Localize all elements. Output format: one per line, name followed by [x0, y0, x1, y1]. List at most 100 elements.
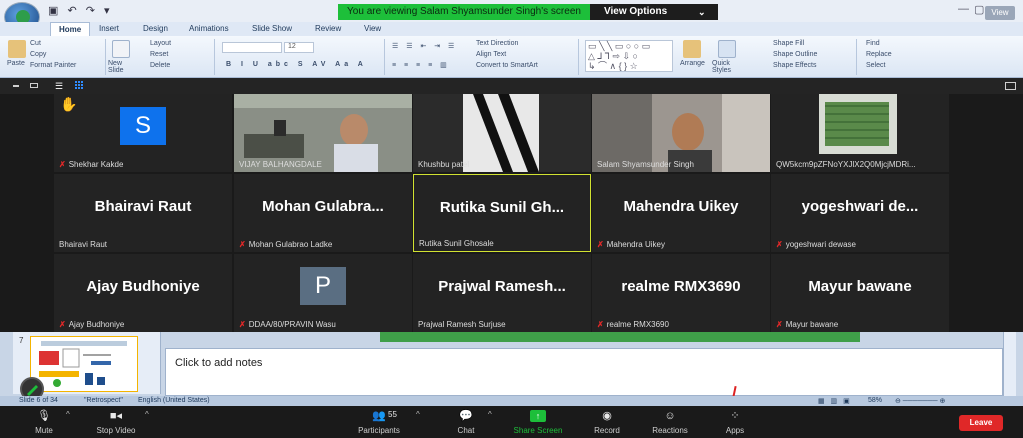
participant-name: Shekhar Kakde: [68, 160, 124, 169]
status-theme: "Retrospect": [84, 397, 123, 404]
arrange-icon[interactable]: [683, 40, 701, 58]
select-button[interactable]: Select: [866, 62, 885, 69]
cut-button[interactable]: Cut: [30, 40, 41, 47]
participant-tile[interactable]: QW5kcm9pZFNoYXJlX2Q0MjcjMDRi...: [771, 94, 949, 172]
fullscreen-icon[interactable]: [1005, 82, 1016, 90]
restore-video-icon[interactable]: [30, 83, 38, 88]
ribbon: Paste Cut Copy Format Painter New Slide …: [0, 36, 1023, 78]
new-slide-icon[interactable]: [112, 40, 130, 58]
shape-effects-button[interactable]: Shape Effects: [773, 62, 816, 69]
participant-name-label: ✗ Ajay Budhoniye: [59, 320, 124, 329]
stop-video-button[interactable]: ■◂ Stop Video: [88, 408, 144, 438]
tab-review[interactable]: Review: [315, 24, 341, 33]
reactions-button[interactable]: ☺ Reactions: [648, 408, 692, 438]
participant-name-label: Khushbu patel: [418, 160, 469, 169]
leave-button[interactable]: Leave: [959, 415, 1003, 431]
text-direction-button[interactable]: Text Direction: [476, 40, 518, 47]
gallery-view-icon[interactable]: [75, 81, 84, 90]
participant-tile[interactable]: Bhairavi Raut Bhairavi Raut: [54, 174, 232, 252]
microphone-icon: 🎙: [37, 410, 51, 422]
notes-placeholder[interactable]: Click to add notes: [175, 357, 262, 369]
paste-label[interactable]: Paste: [7, 60, 25, 67]
participant-tile[interactable]: realme RMX3690 ✗ realme RMX3690: [592, 254, 770, 332]
audio-options-caret-icon[interactable]: ^: [66, 410, 70, 419]
font-size-field[interactable]: 12: [284, 42, 314, 53]
participants-caret-icon[interactable]: ^: [416, 410, 420, 419]
chevron-down-icon: ⌄: [698, 7, 706, 17]
participant-tile[interactable]: Mohan Gulabra... ✗ Mohan Gulabrao Ladke: [234, 174, 412, 252]
layout-button[interactable]: Layout: [150, 40, 171, 47]
chat-caret-icon[interactable]: ^: [488, 410, 492, 419]
tab-home[interactable]: Home: [50, 22, 91, 36]
copy-button[interactable]: Copy: [30, 51, 46, 58]
share-screen-button[interactable]: ↑ Share Screen: [508, 408, 568, 438]
speaker-view-icon[interactable]: ☰: [55, 81, 65, 91]
shape-outline-button[interactable]: Shape Outline: [773, 51, 817, 58]
share-screen-label: Share Screen: [513, 426, 563, 435]
participant-tile[interactable]: Rutika Sunil Gh... Rutika Sunil Ghosale: [413, 174, 591, 252]
participant-name-label: ✗ realme RMX3690: [597, 320, 669, 329]
notes-pane[interactable]: [165, 348, 1003, 396]
apps-button[interactable]: ⁘ Apps: [720, 408, 750, 438]
reset-button[interactable]: Reset: [150, 51, 168, 58]
slide-thumbnail[interactable]: [30, 336, 138, 392]
participant-tile[interactable]: yogeshwari de... ✗ yogeshwari dewase: [771, 174, 949, 252]
participant-name-label: ✗ Mohan Gulabrao Ladke: [239, 240, 332, 249]
quick-access-toolbar[interactable]: ▣ ↶ ↷ ▾: [48, 4, 113, 17]
list-buttons[interactable]: ☰ ☰ ⇤ ⇥ ☰: [392, 42, 457, 50]
participant-name: realme RMX3690: [606, 320, 669, 329]
new-slide-label[interactable]: New Slide: [108, 60, 136, 74]
participant-tile[interactable]: S ✋ ✗ Shekhar Kakde: [54, 94, 232, 172]
chat-button[interactable]: 💬 Chat: [452, 408, 480, 438]
ribbon-divider: [384, 39, 385, 75]
view-options-label: View Options: [604, 6, 668, 17]
view-mode-icons[interactable]: ▦ ▥ ▣: [818, 397, 852, 405]
font-family-field[interactable]: [222, 42, 282, 53]
find-button[interactable]: Find: [866, 40, 880, 47]
participant-name-label: ✗ DDAA/80/PRAVIN Wasu: [239, 320, 336, 329]
ppt-view-button[interactable]: View: [985, 6, 1015, 20]
video-options-caret-icon[interactable]: ^: [145, 410, 149, 419]
quick-styles-button[interactable]: Quick Styles: [712, 60, 742, 74]
tab-slide-show[interactable]: Slide Show: [252, 24, 292, 33]
participant-tile[interactable]: Khushbu patel: [413, 94, 591, 172]
participant-tile[interactable]: P ✗ DDAA/80/PRAVIN Wasu: [234, 254, 412, 332]
vertical-scrollbar[interactable]: [1003, 332, 1016, 396]
tab-animations[interactable]: Animations: [189, 24, 229, 33]
tab-design[interactable]: Design: [143, 24, 168, 33]
ppt-status-bar: Slide 6 of 34 "Retrospect" English (Unit…: [0, 396, 1023, 406]
paste-icon[interactable]: [8, 40, 26, 58]
shape-fill-button[interactable]: Shape Fill: [773, 40, 804, 47]
mute-button[interactable]: 🎙 Mute: [30, 408, 58, 438]
view-options-button[interactable]: View Options ⌄: [590, 4, 718, 20]
convert-smartart-button[interactable]: Convert to SmartArt: [476, 62, 538, 69]
shapes-gallery[interactable]: ▭ ╲ ╲ ▭ ○ ○ ▭ △ ⅃ ⅂ ⇨ ⇩ ○ ↳ ⌒ ∧ { } ☆: [585, 40, 673, 72]
format-painter-button[interactable]: Format Painter: [30, 62, 76, 69]
tab-view[interactable]: View: [364, 24, 381, 33]
arrange-button[interactable]: Arrange: [680, 60, 705, 67]
participant-tile[interactable]: VIJAY BALHANGDALE: [234, 94, 412, 172]
participant-display-name: realme RMX3690: [621, 278, 741, 295]
participants-button[interactable]: 👥 55 Participants: [350, 408, 408, 438]
quick-styles-icon[interactable]: [718, 40, 736, 58]
stop-video-label: Stop Video: [96, 426, 136, 435]
font-format-buttons[interactable]: B I U abc S AV Aa A: [226, 61, 367, 68]
minimize-icon[interactable]: —: [958, 3, 969, 15]
participant-tile[interactable]: Mahendra Uikey ✗ Mahendra Uikey: [592, 174, 770, 252]
participants-icon: 👥: [372, 410, 386, 422]
participant-name: Mohan Gulabrao Ladke: [248, 240, 333, 249]
participant-tile[interactable]: Salam Shyamsunder Singh: [592, 94, 770, 172]
participant-tile[interactable]: Mayur bawane ✗ Mayur bawane: [771, 254, 949, 332]
record-button[interactable]: ◉ Record: [590, 408, 624, 438]
minimize-video-icon[interactable]: [13, 85, 19, 87]
participant-tile[interactable]: Ajay Budhoniye ✗ Ajay Budhoniye: [54, 254, 232, 332]
tab-insert[interactable]: Insert: [99, 24, 119, 33]
align-buttons[interactable]: ≡ ≡ ≡ ≡ ▥: [392, 61, 450, 69]
participant-name: QW5kcm9pZFNoYXJlX2Q0MjcjMDRi...: [776, 160, 916, 169]
replace-button[interactable]: Replace: [866, 51, 892, 58]
align-text-button[interactable]: Align Text: [476, 51, 506, 58]
participant-tile[interactable]: Prajwal Ramesh... Prajwal Ramesh Surjuse: [413, 254, 591, 332]
delete-button[interactable]: Delete: [150, 62, 170, 69]
zoom-slider[interactable]: ⊖ ─────── ⊕: [895, 397, 945, 405]
restore-icon[interactable]: ▢: [974, 3, 984, 16]
